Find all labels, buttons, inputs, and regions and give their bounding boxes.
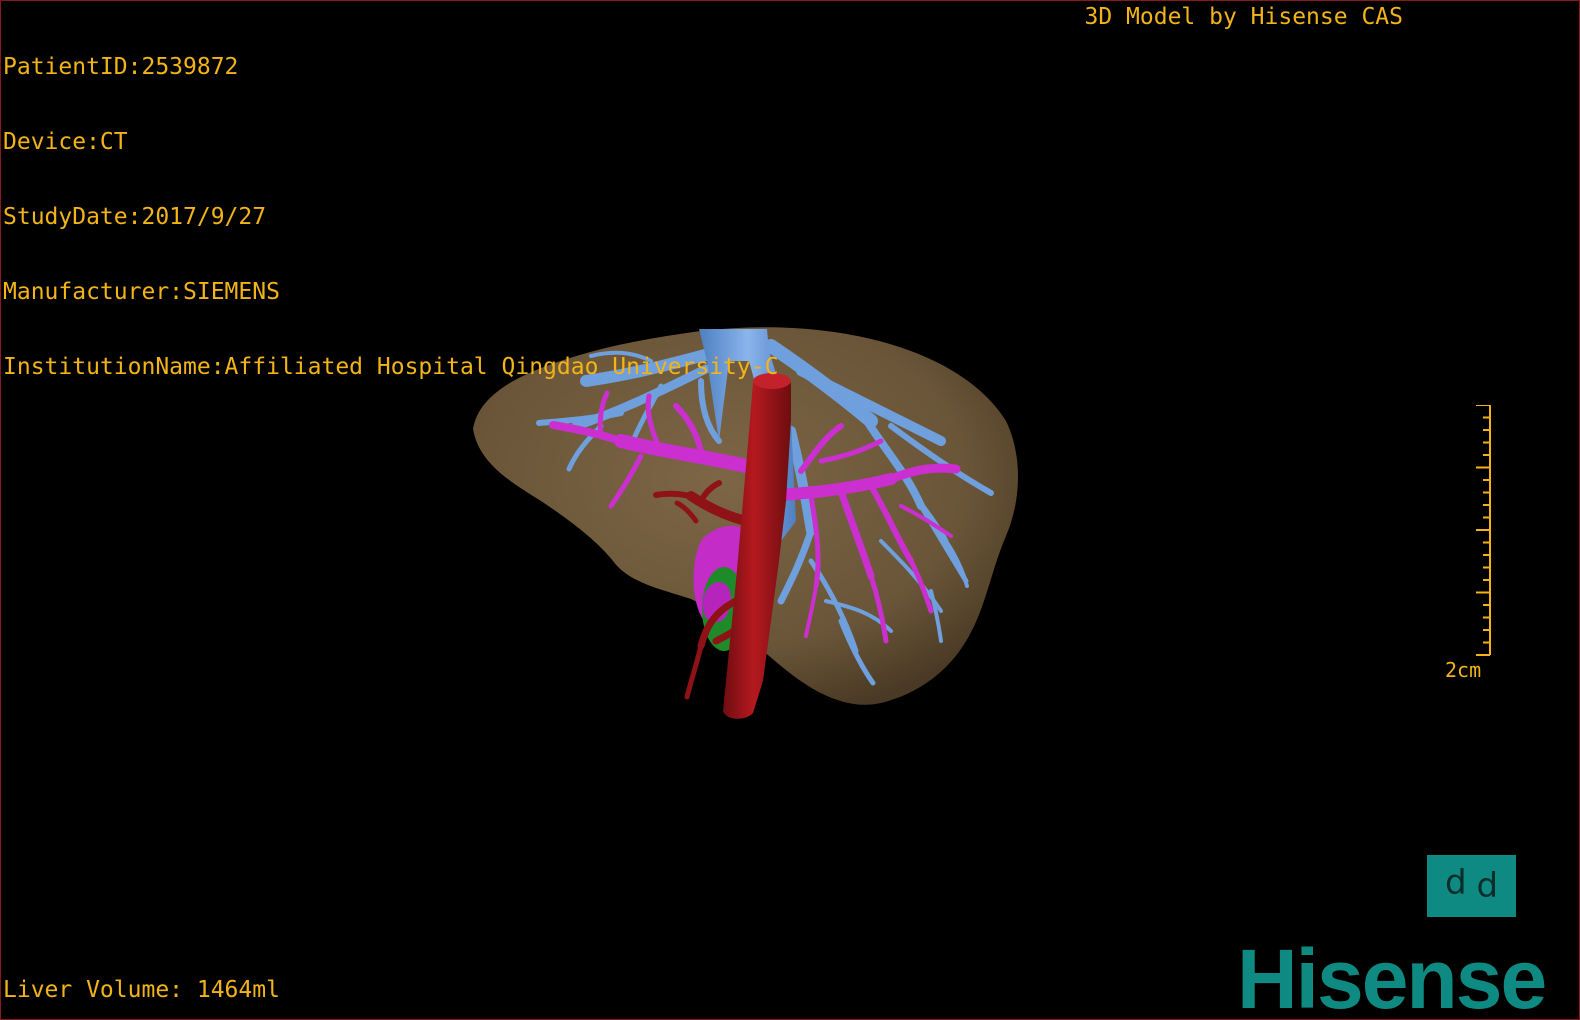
dicom-info-overlay: PatientID:2539872 Device:CT StudyDate:20… (3, 5, 778, 430)
scale-bar (1476, 405, 1491, 656)
hisense-logo: Hisense (1237, 932, 1547, 1020)
liver-volume: Liver Volume: 1464ml (3, 977, 280, 1003)
model-credit: 3D Model by Hisense CAS (1084, 4, 1404, 30)
institution-name: InstitutionName:Affiliated Hospital Qing… (3, 354, 779, 380)
orientation-cube[interactable]: p d (1427, 855, 1516, 917)
3d-viewport[interactable]: PatientID:2539872 Device:CT StudyDate:20… (0, 0, 1580, 1020)
orientation-glyph-left: p (1444, 866, 1467, 906)
orientation-glyph-right: d (1476, 866, 1499, 906)
study-date: StudyDate:2017/9/27 (3, 204, 267, 230)
device: Device:CT (3, 129, 128, 155)
patient-id: PatientID:2539872 (3, 54, 239, 80)
manufacturer: Manufacturer:SIEMENS (3, 279, 280, 305)
scale-bar-label: 2cm (1445, 658, 1482, 682)
